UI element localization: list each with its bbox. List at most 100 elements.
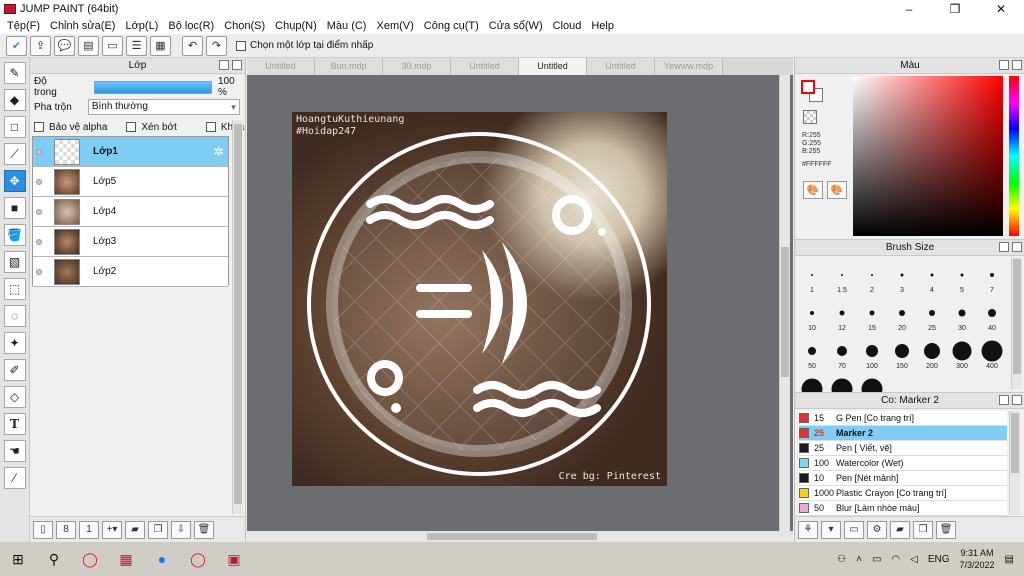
export-icon[interactable]: ⇪ xyxy=(30,35,51,56)
chevron-up-icon[interactable]: ˄ xyxy=(856,554,862,565)
brush-size-cell[interactable]: 50 xyxy=(797,336,827,374)
document-tab[interactable]: Untitled xyxy=(519,58,587,75)
battery-icon[interactable]: ▭ xyxy=(872,554,881,565)
document-tab[interactable]: Untitled xyxy=(247,58,315,75)
redo-icon[interactable]: ↷ xyxy=(206,35,227,56)
duplicate-layer-icon[interactable]: ❐ xyxy=(148,520,168,539)
layer-row[interactable]: Lớp5 xyxy=(33,167,228,197)
document-tab[interactable]: Untitled xyxy=(587,58,655,75)
zalo-icon[interactable]: ● xyxy=(144,542,180,576)
menu-item[interactable]: Help xyxy=(586,20,619,32)
brush-size-cell[interactable]: 12 xyxy=(827,298,857,336)
layer-row[interactable]: Lớp1 ✲ xyxy=(33,137,228,167)
speech-bubble-icon[interactable]: 💬 xyxy=(54,35,75,56)
brush-size-cell[interactable]: 10 xyxy=(797,298,827,336)
palette-edit-icon[interactable]: 🎨 xyxy=(827,181,847,199)
visibility-icon[interactable] xyxy=(36,268,42,275)
maximize-button[interactable]: ❐ xyxy=(932,0,978,17)
brush-size-cell[interactable]: 7 xyxy=(977,260,1007,298)
brush-size-cell[interactable]: 1.5 xyxy=(827,260,857,298)
brush-folder-icon[interactable]: ▰ xyxy=(890,520,910,539)
add-layer-menu-icon[interactable]: +▾ xyxy=(102,520,122,539)
brush-preset-item[interactable]: 1000 Plastic Crayon [Co trang trí] xyxy=(799,486,1007,501)
document-tab[interactable]: 30.mdp xyxy=(383,58,451,75)
opera-gx-icon[interactable]: ◯ xyxy=(180,542,216,576)
notification-icon[interactable]: ▤ xyxy=(1005,554,1014,565)
brush-size-cell[interactable]: 30 xyxy=(947,298,977,336)
brush-page-icon[interactable]: ▭ xyxy=(844,520,864,539)
brush-size-cell[interactable]: 400 xyxy=(977,336,1007,374)
canvas-hscroll[interactable] xyxy=(247,531,793,542)
brush-scrollbar[interactable] xyxy=(1011,257,1022,389)
brush-size-cell[interactable]: 100 xyxy=(857,336,887,374)
drawing-canvas[interactable]: HoangtuKuthieunang #Hoidap247 Cre bg: Pi… xyxy=(292,112,667,486)
brush-size-cell[interactable]: 70 xyxy=(827,336,857,374)
panel-close-icon[interactable] xyxy=(232,60,242,70)
new-1bit-layer-icon[interactable]: 1 xyxy=(79,520,99,539)
volume-icon[interactable]: ◁ xyxy=(910,554,918,565)
select-layer-option[interactable]: Chọn một lớp tại điểm nhấp xyxy=(236,40,373,51)
layer-scrollbar[interactable] xyxy=(232,120,243,514)
brush-size-cell[interactable]: 20 xyxy=(887,298,917,336)
blend-mode-select[interactable]: Bình thường xyxy=(87,99,240,115)
select-pen-tool-icon[interactable]: ✐ xyxy=(3,359,26,381)
menu-item[interactable]: Chỉnh sửa(E) xyxy=(45,20,120,32)
app-grid-icon[interactable]: ▦ xyxy=(108,542,144,576)
brush-tool-icon[interactable]: ✎ xyxy=(3,62,26,84)
hand-tool-icon[interactable]: ☚ xyxy=(3,440,26,462)
visibility-icon[interactable] xyxy=(36,148,42,155)
minimize-button[interactable]: – xyxy=(886,0,932,17)
panel-float-icon[interactable] xyxy=(999,395,1009,405)
foreground-color-swatch[interactable] xyxy=(801,80,815,94)
language-indicator[interactable]: ENG xyxy=(928,554,950,565)
brush-preset-item[interactable]: 10 Pen [Nét mảnh] xyxy=(799,471,1007,486)
brush-preset-item[interactable]: 25Marker 2✲ xyxy=(799,426,1017,441)
protect-alpha-checkbox[interactable] xyxy=(34,122,44,132)
menu-item[interactable]: Tệp(F) xyxy=(2,20,45,32)
hue-slider[interactable] xyxy=(1009,76,1019,236)
menu-item[interactable]: Cửa sổ(W) xyxy=(484,20,548,32)
palette-icon[interactable]: 🎨 xyxy=(803,181,823,199)
layer-list-icon[interactable]: ☰ xyxy=(126,35,147,56)
panel-close-icon[interactable] xyxy=(1012,242,1022,252)
transparent-color-swatch[interactable] xyxy=(803,110,817,124)
menu-item[interactable]: Bộ lọc(R) xyxy=(163,20,219,32)
clipping-checkbox[interactable] xyxy=(126,122,137,132)
shape-tool-icon[interactable]: □ xyxy=(3,116,26,138)
panel-float-icon[interactable] xyxy=(999,60,1009,70)
rect-select-tool-icon[interactable]: ⬚ xyxy=(3,278,26,300)
opacity-slider[interactable] xyxy=(93,80,212,94)
new-layer-icon[interactable]: ▯ xyxy=(33,520,53,539)
brush-settings-icon[interactable]: ⚙ xyxy=(867,520,887,539)
menu-item[interactable]: Chọn(S) xyxy=(219,20,270,32)
opera-icon[interactable]: ◯ xyxy=(72,542,108,576)
people-icon[interactable]: ⚇ xyxy=(837,554,846,565)
page-icon[interactable]: ▭ xyxy=(102,35,123,56)
panel-close-icon[interactable] xyxy=(1012,60,1022,70)
brush-size-cell[interactable]: 200 xyxy=(917,336,947,374)
windows-start-icon[interactable]: ⊞ xyxy=(0,542,36,576)
brush-size-cell[interactable]: 300 xyxy=(947,336,977,374)
eraser-tool-icon[interactable]: ◆ xyxy=(3,89,26,111)
select-check-icon[interactable]: ✔ xyxy=(6,35,27,56)
new-folder-icon[interactable]: ▰ xyxy=(125,520,145,539)
layer-row[interactable]: Lớp2 xyxy=(33,257,228,287)
select-eraser-tool-icon[interactable]: ◇ xyxy=(3,386,26,408)
grid-list-icon[interactable]: ▦ xyxy=(150,35,171,56)
menu-item[interactable]: Màu (C) xyxy=(322,20,372,32)
gradient-tool-icon[interactable]: ▧ xyxy=(3,251,26,273)
wifi-icon[interactable]: ◠ xyxy=(891,554,900,565)
new-8bit-layer-icon[interactable]: 8 xyxy=(56,520,76,539)
undo-icon[interactable]: ↶ xyxy=(182,35,203,56)
panel-close-icon[interactable] xyxy=(1012,395,1022,405)
visibility-icon[interactable] xyxy=(36,238,42,245)
preset-scrollbar[interactable] xyxy=(1009,411,1020,515)
brush-size-cell[interactable]: 40 xyxy=(977,298,1007,336)
close-button[interactable]: ✕ xyxy=(978,0,1024,17)
lock-checkbox[interactable] xyxy=(205,122,216,132)
panel-float-icon[interactable] xyxy=(219,60,229,70)
brush-menu-icon[interactable]: ▾ xyxy=(821,520,841,539)
jump-paint-taskbar-icon[interactable]: ▣ xyxy=(216,542,252,576)
brush-add-icon[interactable]: ⚘ xyxy=(798,520,818,539)
brush-size-cell[interactable]: 5 xyxy=(947,260,977,298)
